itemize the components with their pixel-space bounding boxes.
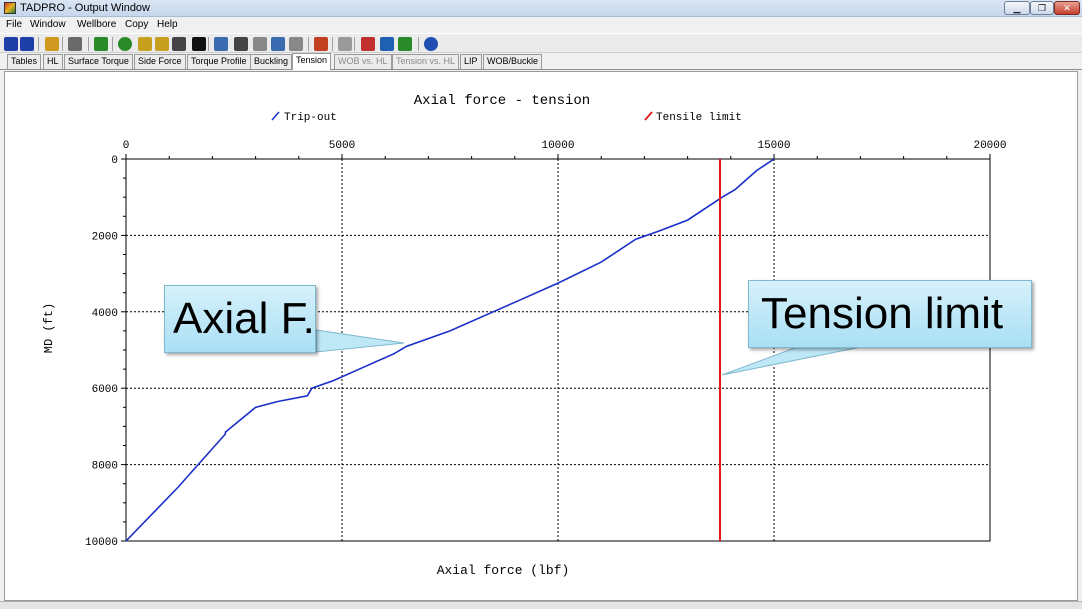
x-tick-label: 15000 xyxy=(757,140,790,152)
y-tick-label: 10000 xyxy=(85,537,118,549)
callout-axial-force: Axial F. xyxy=(164,285,316,353)
callout-tension-limit: Tension limit xyxy=(748,280,1032,348)
y-axis-label: MD (ft) xyxy=(42,303,56,353)
legend-swatch-tensile-limit xyxy=(644,111,653,121)
x-tick-label: 20000 xyxy=(973,140,1006,152)
tadpro-output-window: TADPRO - Output Window ▁ ❐ ✕ File Window… xyxy=(0,0,1082,609)
chart-title: Axial force - tension xyxy=(414,93,590,109)
y-tick-label: 6000 xyxy=(92,384,118,396)
y-tick-label: 0 xyxy=(111,155,118,167)
x-tick-label: 0 xyxy=(123,140,130,152)
x-tick-label: 5000 xyxy=(329,140,355,152)
y-tick-label: 2000 xyxy=(92,231,118,243)
x-axis-label: Axial force (lbf) xyxy=(437,563,570,578)
legend-label-tensile-limit: Tensile limit xyxy=(656,112,742,124)
legend-label-trip-out: Trip-out xyxy=(284,112,337,124)
legend-swatch-trip-out xyxy=(271,111,280,121)
y-tick-label: 8000 xyxy=(92,461,118,473)
callout-pointer-axial xyxy=(315,329,405,353)
callout-pointer-tension xyxy=(721,345,867,376)
y-tick-label: 4000 xyxy=(92,308,118,320)
x-tick-label: 10000 xyxy=(541,140,574,152)
